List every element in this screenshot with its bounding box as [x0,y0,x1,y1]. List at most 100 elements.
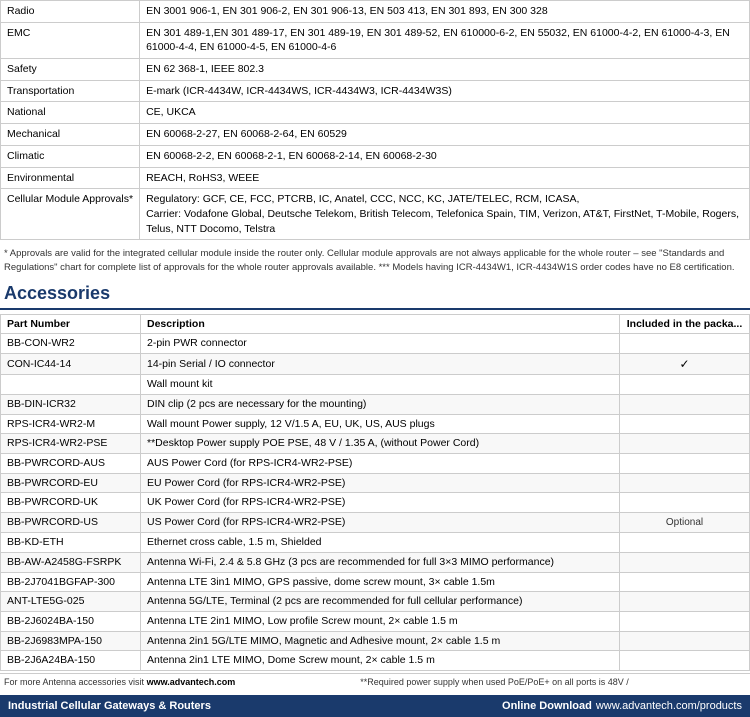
bottom-note-text: For more Antenna accessories visit www.a… [4,677,235,687]
standard-category: Climatic [1,145,140,167]
accessory-desc: 14-pin Serial / IO connector [141,353,620,375]
standard-value: REACH, RoHS3, WEEE [140,167,750,189]
accessory-desc: Antenna LTE 2in1 MIMO, Low profile Screw… [141,611,620,631]
footer-online-label: Online Download [502,700,592,712]
table-row: BB-2J7041BGFAP-300Antenna LTE 3in1 MIMO,… [1,572,750,592]
accessory-desc: Wall mount kit [141,375,620,395]
accessory-part: BB-DIN-ICR32 [1,395,141,415]
accessory-desc: Ethernet cross cable, 1.5 m, Shielded [141,533,620,553]
accessory-desc: Antenna 2in1 LTE MIMO, Dome Screw mount,… [141,651,620,671]
accessory-part: RPS-ICR4-WR2-PSE [1,434,141,454]
accessory-desc: 2-pin PWR connector [141,333,620,353]
accessory-included [620,651,750,671]
table-row: CON-IC44-1414-pin Serial / IO connector✓ [1,353,750,375]
accessory-part: BB-KD-ETH [1,533,141,553]
standard-value: EN 301 489-1,EN 301 489-17, EN 301 489-1… [140,22,750,58]
standard-value: EN 60068-2-27, EN 60068-2-64, EN 60529 [140,124,750,146]
standard-category: Environmental [1,167,140,189]
accessory-desc: Antenna 5G/LTE, Terminal (2 pcs are reco… [141,592,620,612]
accessory-desc: Antenna Wi-Fi, 2.4 & 5.8 GHz (3 pcs are … [141,552,620,572]
table-row: BB-KD-ETHEthernet cross cable, 1.5 m, Sh… [1,533,750,553]
table-row: RPS-ICR4-WR2-MWall mount Power supply, 1… [1,414,750,434]
accessory-included [620,375,750,395]
accessory-desc: US Power Cord (for RPS-ICR4-WR2-PSE) [141,513,620,533]
page-container: RadioEN 3001 906-1, EN 301 906-2, EN 301… [0,0,750,717]
standard-value: EN 60068-2-2, EN 60068-2-1, EN 60068-2-1… [140,145,750,167]
accessory-desc: EU Power Cord (for RPS-ICR4-WR2-PSE) [141,473,620,493]
bottom-note-text2: **Required power supply when used PoE/Po… [360,677,628,687]
accessory-desc: **Desktop Power supply POE PSE, 48 V / 1… [141,434,620,454]
table-row: BB-CON-WR22-pin PWR connector [1,333,750,353]
standard-value: EN 3001 906-1, EN 301 906-2, EN 301 906-… [140,1,750,23]
footer-online-section: Online Download www.advantech.com/produc… [502,700,742,712]
accessory-part: CON-IC44-14 [1,353,141,375]
accessory-part: BB-PWRCORD-US [1,513,141,533]
standard-category: EMC [1,22,140,58]
accessory-part: BB-2J6A24BA-150 [1,651,141,671]
standard-category: Radio [1,1,140,23]
accessory-included: ✓ [620,353,750,375]
accessory-part: BB-CON-WR2 [1,333,141,353]
accessory-desc: AUS Power Cord (for RPS-ICR4-WR2-PSE) [141,454,620,474]
table-row: RPS-ICR4-WR2-PSE**Desktop Power supply P… [1,434,750,454]
footer-company: Industrial Cellular Gateways & Routers [8,700,211,712]
standard-value: CE, UKCA [140,102,750,124]
accessory-included [620,395,750,415]
accessory-part: BB-2J6024BA-150 [1,611,141,631]
table-row: BB-2J6A24BA-150Antenna 2in1 LTE MIMO, Do… [1,651,750,671]
accessory-part: BB-AW-A2458G-FSRPK [1,552,141,572]
accessory-included [620,611,750,631]
table-row: BB-2J6983MPA-150Antenna 2in1 5G/LTE MIMO… [1,631,750,651]
accessory-desc: UK Power Cord (for RPS-ICR4-WR2-PSE) [141,493,620,513]
accessory-part: BB-PWRCORD-EU [1,473,141,493]
accessory-included [620,631,750,651]
footer-bar: Industrial Cellular Gateways & Routers O… [0,695,750,717]
accessory-desc: DIN clip (2 pcs are necessary for the mo… [141,395,620,415]
accessory-desc: Wall mount Power supply, 12 V/1.5 A, EU,… [141,414,620,434]
table-row: Wall mount kit [1,375,750,395]
accessories-table: Part Number Description Included in the … [0,314,750,671]
accessory-desc: Antenna 2in1 5G/LTE MIMO, Magnetic and A… [141,631,620,651]
table-row: ANT-LTE5G-025Antenna 5G/LTE, Terminal (2… [1,592,750,612]
table-row: BB-2J6024BA-150Antenna LTE 2in1 MIMO, Lo… [1,611,750,631]
standard-value: EN 62 368-1, IEEE 802.3 [140,59,750,81]
accessory-included [620,552,750,572]
table-row: BB-PWRCORD-USUS Power Cord (for RPS-ICR4… [1,513,750,533]
col-header-included: Included in the packa... [620,314,750,333]
accessory-part: RPS-ICR4-WR2-M [1,414,141,434]
accessory-included [620,473,750,493]
accessory-part [1,375,141,395]
accessories-title: Accessories [0,277,750,310]
accessory-part: BB-2J7041BGFAP-300 [1,572,141,592]
accessory-included [620,414,750,434]
accessory-included [620,333,750,353]
bottom-note: For more Antenna accessories visit www.a… [0,673,750,691]
accessory-desc: Antenna LTE 3in1 MIMO, GPS passive, dome… [141,572,620,592]
accessory-included [620,533,750,553]
footer-url: www.advantech.com/products [596,700,742,712]
standard-category: Transportation [1,80,140,102]
accessory-included [620,493,750,513]
table-row: BB-PWRCORD-EUEU Power Cord (for RPS-ICR4… [1,473,750,493]
accessory-included [620,592,750,612]
standard-value: E-mark (ICR-4434W, ICR-4434WS, ICR-4434W… [140,80,750,102]
col-header-part: Part Number [1,314,141,333]
accessory-included [620,572,750,592]
standard-category: Safety [1,59,140,81]
table-row: BB-PWRCORD-UKUK Power Cord (for RPS-ICR4… [1,493,750,513]
footnote: * Approvals are valid for the integrated… [0,244,750,277]
col-header-desc: Description [141,314,620,333]
standard-category: National [1,102,140,124]
standard-category: Cellular Module Approvals* [1,189,140,240]
accessory-part: BB-2J6983MPA-150 [1,631,141,651]
accessory-included [620,454,750,474]
accessory-part: ANT-LTE5G-025 [1,592,141,612]
standard-value: Regulatory: GCF, CE, FCC, PTCRB, IC, Ana… [140,189,750,240]
accessory-part: BB-PWRCORD-AUS [1,454,141,474]
accessory-part: BB-PWRCORD-UK [1,493,141,513]
accessory-included: Optional [620,513,750,533]
standards-table: RadioEN 3001 906-1, EN 301 906-2, EN 301… [0,0,750,240]
table-row: BB-DIN-ICR32DIN clip (2 pcs are necessar… [1,395,750,415]
table-row: BB-PWRCORD-AUSAUS Power Cord (for RPS-IC… [1,454,750,474]
table-row: BB-AW-A2458G-FSRPKAntenna Wi-Fi, 2.4 & 5… [1,552,750,572]
